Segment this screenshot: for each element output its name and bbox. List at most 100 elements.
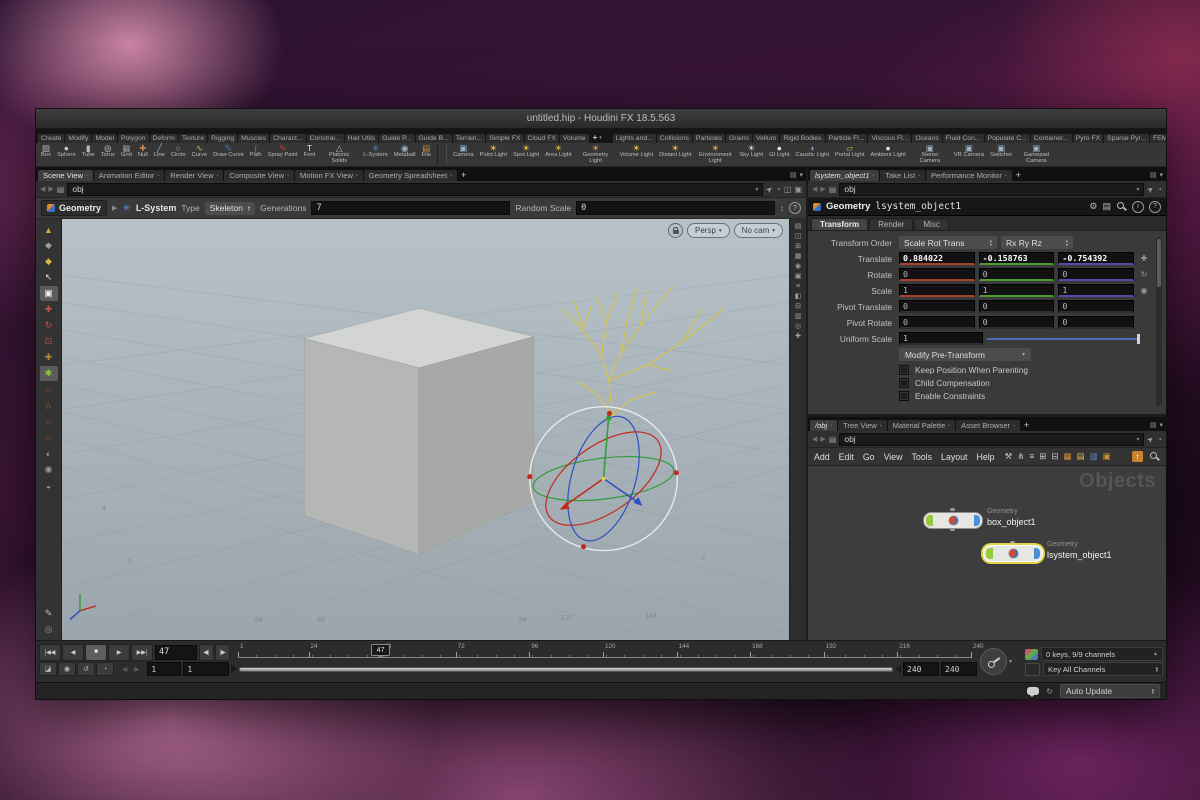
pane-tab[interactable]: Tree View xyxy=(838,420,887,431)
shelf-tool[interactable]: ▣ Stereo Camera xyxy=(909,144,951,165)
param-field-x[interactable]: 0 xyxy=(899,300,975,313)
display-option-icon[interactable]: ▤ xyxy=(795,223,802,230)
parameter-tab[interactable]: Render xyxy=(869,218,913,230)
stereo-glasses-icon[interactable]: ◫ xyxy=(784,185,792,194)
auto-update-select[interactable]: Auto Update▴▾ xyxy=(1060,684,1160,698)
refresh-icon[interactable]: ↻ xyxy=(1046,687,1053,696)
spinner-icon[interactable]: ▴▾ xyxy=(990,239,992,246)
titlebar[interactable]: untitled.hip - Houdini FX 18.5.563 xyxy=(36,109,1166,129)
param-row-icon[interactable]: ◉ xyxy=(1138,286,1150,295)
uniform-scale-slider[interactable] xyxy=(987,333,1138,345)
snap-multi-icon[interactable]: ∩ xyxy=(40,430,58,445)
shelf-tool[interactable]: ✚ Null xyxy=(135,144,151,165)
rotate-order-select[interactable]: Rx Ry Rz▴▾ xyxy=(1001,236,1073,249)
keys-status-field[interactable]: 0 keys, 9/9 channels▲ xyxy=(1041,647,1163,661)
node-input-connector[interactable] xyxy=(950,508,955,511)
shelf-tool[interactable]: ▦ Grid xyxy=(118,144,135,165)
tree-view-icon[interactable]: ⋔ xyxy=(1017,451,1024,462)
spinner-icon[interactable]: ▴▾ xyxy=(1156,666,1158,673)
node-display-flag[interactable] xyxy=(986,548,993,559)
param-row-icon[interactable]: ✚ xyxy=(1138,254,1150,263)
param-field-x[interactable]: 1 xyxy=(899,284,975,297)
shelf-tab[interactable]: Sparse Pyr... xyxy=(1104,134,1149,143)
param-field-x[interactable]: 0 xyxy=(899,316,975,329)
menu-item[interactable]: View xyxy=(884,452,903,462)
shelf-tool[interactable]: ▣ VR Camera xyxy=(951,144,987,165)
snap-grid-icon[interactable]: ∩ xyxy=(40,382,58,397)
paint-tool-icon[interactable]: ✎ xyxy=(40,606,58,621)
info-icon[interactable]: i xyxy=(1132,201,1144,213)
pin-icon[interactable]: ➤ xyxy=(1145,433,1156,444)
network-node[interactable]: Geometrylsystem_object1 xyxy=(983,545,1043,560)
render-region-icon[interactable]: ▲ xyxy=(40,222,58,237)
display-option-icon[interactable]: ▣ xyxy=(795,273,802,280)
list-view-icon[interactable]: ≡ xyxy=(1029,451,1034,462)
inspect-icon[interactable]: ◉ xyxy=(40,462,58,477)
spinner-icon[interactable]: ▴▾ xyxy=(1152,688,1154,695)
shelf-tool[interactable]: ▣ Switcher xyxy=(987,144,1015,165)
scrollbar-thumb[interactable] xyxy=(1157,239,1161,287)
shelf-tab[interactable]: Guide P... xyxy=(379,134,414,143)
history-icon[interactable]: ◔ xyxy=(1157,435,1162,444)
path-dropdown-icon[interactable]: ▾ xyxy=(1136,186,1139,193)
shelf-tool[interactable]: △ Platonic Solids xyxy=(318,144,360,165)
shelf-tool[interactable]: ☀ Area Light xyxy=(542,144,574,165)
global-start-input[interactable]: 1 xyxy=(147,662,181,676)
menu-item[interactable]: Layout xyxy=(941,452,967,462)
network-node[interactable]: Geometrybox_object1 xyxy=(923,512,983,527)
play-reverse-button[interactable]: ◀ xyxy=(62,644,84,661)
memory-icon[interactable]: ◎ xyxy=(40,622,58,637)
parameter-scrollbar[interactable] xyxy=(1156,237,1162,406)
shelf-tab[interactable]: Populate C... xyxy=(985,134,1030,143)
viewport-lock-icon[interactable] xyxy=(668,223,683,238)
display-option-icon[interactable]: ▥ xyxy=(795,313,802,320)
node-display-flag[interactable] xyxy=(926,515,933,526)
shelf-tool[interactable]: ▣ Camera xyxy=(450,144,477,165)
spinner-icon[interactable]: ▴▾ xyxy=(248,205,250,212)
snap-point-icon[interactable]: ∩ xyxy=(40,414,58,429)
shelf-tab[interactable]: Charact... xyxy=(270,134,305,143)
shelf-tool[interactable]: ▧ Box xyxy=(38,144,54,165)
shelf-tool[interactable]: ☀ Volume Light xyxy=(617,144,657,165)
shelf-tool[interactable]: ╱ Line xyxy=(151,144,168,165)
display-option-icon[interactable]: ◉ xyxy=(795,263,801,270)
shelf-tab[interactable]: Rigging xyxy=(208,134,237,143)
help-icon[interactable]: ? xyxy=(1149,201,1161,213)
shelf-tool[interactable]: ☀ Environment Light xyxy=(694,144,736,165)
display-option-icon[interactable]: ◎ xyxy=(795,323,801,330)
param-field-z[interactable]: 0 xyxy=(1058,316,1134,329)
param-field-x[interactable]: 0.884022 xyxy=(899,252,975,265)
shelf-tool[interactable]: ◖ Caustic Light xyxy=(793,144,833,165)
new-pane-tab-button[interactable]: + xyxy=(1020,420,1033,431)
param-field-y[interactable]: -0.158763 xyxy=(979,252,1055,265)
display-option-icon[interactable]: ≡ xyxy=(796,283,800,290)
realtime-toggle-icon[interactable]: ↺ xyxy=(77,662,95,676)
sticky-note-icon[interactable]: ▤ xyxy=(1077,451,1085,462)
gear-icon[interactable]: ⚙ xyxy=(1089,201,1097,212)
shelf-tab[interactable]: Muscles xyxy=(238,134,269,143)
new-pane-tab-button[interactable]: + xyxy=(457,170,470,181)
handle-tool-icon[interactable]: ✱ xyxy=(40,366,58,381)
pin-icon[interactable]: ➤ xyxy=(764,183,775,194)
parameter-tab[interactable]: Transform xyxy=(811,218,868,230)
parameter-tab[interactable]: Misc xyxy=(914,218,948,230)
back-icon[interactable]: ◀ xyxy=(40,185,45,193)
shelf-tab[interactable]: Vellum xyxy=(753,134,779,143)
menu-item[interactable]: Edit xyxy=(839,452,854,462)
forward-icon[interactable]: ▶ xyxy=(48,185,53,193)
playhead[interactable]: 47 xyxy=(371,644,390,656)
shelf-tab[interactable]: Texture xyxy=(179,134,207,143)
back-icon[interactable]: ◀ xyxy=(812,185,817,193)
set-key-button[interactable] xyxy=(980,648,1007,675)
network-search-icon[interactable] xyxy=(1149,451,1160,462)
history-icon[interactable]: ◔ xyxy=(776,185,781,194)
shelf-tab[interactable]: Terrain... xyxy=(453,134,485,143)
display-option-icon[interactable]: ✚ xyxy=(795,333,801,340)
node-body[interactable] xyxy=(983,545,1043,562)
path-input[interactable]: obj▾ xyxy=(839,183,1144,196)
shelf-tool[interactable]: ☀ Geometry Light xyxy=(575,144,617,165)
pane-tab[interactable]: Motion FX View xyxy=(295,170,363,181)
display-option-icon[interactable]: ▦ xyxy=(795,253,802,260)
display-option-icon[interactable]: ⊟ xyxy=(795,303,801,310)
color-swatch-icon[interactable]: ▦ xyxy=(1064,451,1072,462)
